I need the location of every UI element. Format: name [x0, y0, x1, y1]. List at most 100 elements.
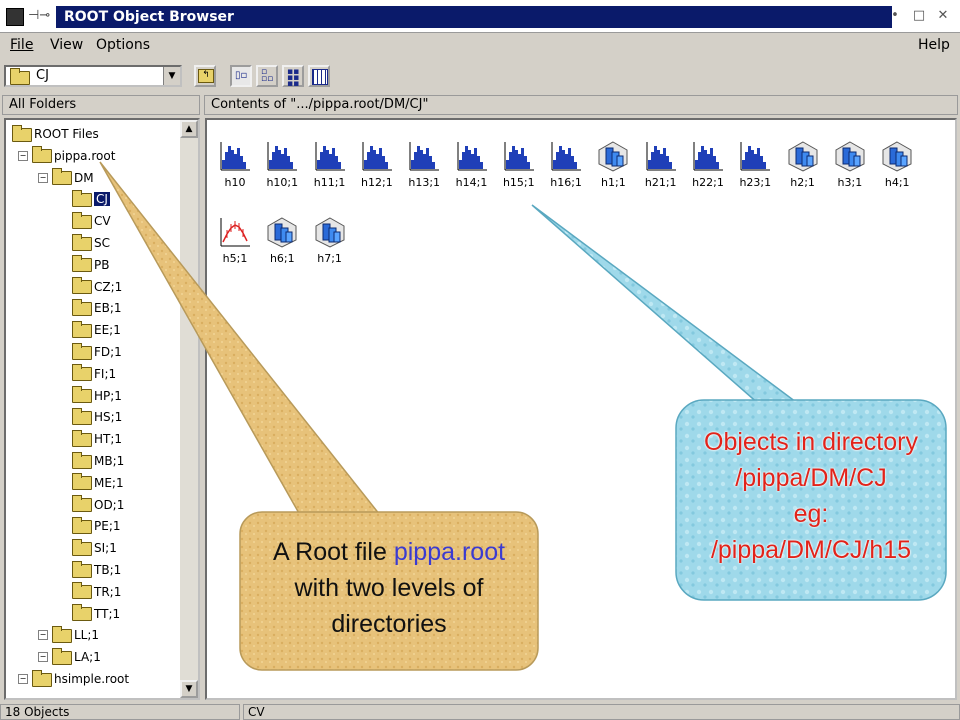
all-folders-header: All Folders [2, 95, 200, 115]
scroll-up-icon[interactable]: ▲ [180, 120, 198, 138]
object-label: h23;1 [739, 176, 772, 189]
left-callout-filename: pippa.root [393, 538, 506, 566]
tree-item[interactable]: EB;1 [72, 298, 122, 318]
folder-combo[interactable]: CJ ▼ [4, 65, 182, 87]
collapse-icon[interactable]: − [38, 172, 48, 183]
left-callout-line2: with two levels of [294, 574, 484, 602]
menu-view[interactable]: View [50, 37, 83, 53]
folder-combo-value: CJ [36, 68, 49, 83]
app-icon[interactable] [6, 8, 24, 26]
histogram-2d-icon [882, 141, 912, 172]
tree-item[interactable]: CJ [72, 189, 110, 209]
large-icons-icon: ▯▫ [235, 70, 248, 81]
left-callout: A Root file pippa.root with two levels o… [240, 534, 538, 642]
tree-item[interactable]: TT;1 [72, 604, 120, 624]
close-icon[interactable]: ✕ [934, 7, 952, 25]
object-item[interactable]: h13;1 [402, 140, 446, 189]
tree-item-label: CV [94, 214, 111, 229]
chevron-down-icon[interactable]: ▼ [163, 67, 180, 85]
menu-file[interactable]: File [10, 37, 33, 53]
collapse-icon[interactable]: − [18, 674, 28, 684]
tree-item[interactable]: pippa.root [32, 146, 115, 166]
histogram-1d-icon [313, 140, 346, 172]
tree-item[interactable]: HS;1 [72, 407, 122, 427]
contents-header: Contents of ".../pippa.root/DM/CJ" [204, 95, 958, 115]
large-icons-button[interactable]: ▯▫ [230, 65, 252, 87]
tree-item-label: SC [94, 236, 110, 250]
object-item[interactable]: h2;1 [781, 140, 825, 189]
collapse-icon[interactable]: − [38, 630, 48, 641]
object-label: h1;1 [601, 176, 626, 189]
tree-item[interactable]: EE;1 [72, 320, 121, 340]
menu-help[interactable]: Help [918, 37, 950, 53]
left-callout-line1a: A Root file [272, 538, 394, 566]
menu-options[interactable]: Options [96, 37, 150, 53]
object-item[interactable]: h12;1 [355, 140, 399, 189]
tree-item[interactable]: PB [72, 255, 109, 275]
small-icons-button[interactable]: ▫ ▫▫ [256, 65, 278, 87]
tree-item-label: pippa.root [54, 148, 116, 163]
tree-item[interactable]: ME;1 [72, 473, 124, 493]
object-item[interactable]: h6;1 [260, 216, 304, 265]
object-item[interactable]: h14;1 [450, 140, 494, 189]
tree-item[interactable]: LA;1 [52, 647, 101, 667]
pin-icon[interactable]: ⊣⊸ [28, 8, 50, 23]
left-callout-line3: directories [331, 610, 447, 638]
tree-item[interactable]: DM [52, 168, 94, 188]
tree-item[interactable]: CZ;1 [72, 277, 122, 297]
graph-icon [219, 216, 251, 248]
object-item[interactable]: h5;1 [213, 216, 257, 265]
tree-item-label: HS;1 [94, 410, 123, 425]
tree-item[interactable]: TR;1 [72, 582, 121, 602]
object-item[interactable]: h10 [213, 140, 257, 189]
folder-icon [72, 298, 92, 316]
object-item[interactable]: h23;1 [733, 140, 777, 189]
tree-scrollbar[interactable]: ▲ ▼ [180, 120, 198, 698]
tree-item[interactable]: HP;1 [72, 386, 122, 406]
tree-item[interactable]: LL;1 [52, 625, 99, 645]
list-view-button[interactable]: ▪▪ ▪▪ ▪▪ [282, 65, 304, 89]
scroll-thumb[interactable] [180, 138, 198, 680]
maximize-icon[interactable]: □ [910, 7, 928, 25]
details-view-button[interactable] [308, 65, 330, 87]
object-item[interactable]: h4;1 [875, 140, 919, 189]
folder-icon [52, 168, 72, 186]
tree-item-label: CJ [94, 192, 110, 207]
folder-tree[interactable]: ROOT Files pippa.root − DM − CJ CV SC PB CZ;1 EB;1… [4, 118, 200, 700]
tree-item-label: DM [74, 170, 94, 185]
object-item[interactable]: h1;1 [591, 140, 635, 189]
tree-item-label: MB;1 [94, 454, 125, 468]
tree-item-label: SI;1 [94, 541, 117, 556]
object-item[interactable]: h16;1 [544, 140, 588, 189]
collapse-icon[interactable]: − [38, 652, 48, 663]
object-label: h2;1 [790, 176, 815, 189]
histogram-1d-icon [550, 140, 583, 172]
tree-item[interactable]: FD;1 [72, 342, 122, 362]
tree-item-label: PE;1 [94, 519, 121, 534]
tree-item[interactable]: CV [72, 211, 111, 231]
tree-item[interactable]: SC [72, 233, 110, 253]
folder-icon [72, 255, 92, 273]
object-item[interactable]: h11;1 [308, 140, 352, 189]
folder-icon [10, 68, 30, 85]
up-folder-button[interactable]: ↰ [194, 65, 216, 87]
minimize-icon[interactable]: • [886, 7, 904, 25]
scroll-down-icon[interactable]: ▼ [180, 680, 198, 698]
object-item[interactable]: h10;1 [260, 140, 304, 189]
tree-item[interactable]: OD;1 [72, 495, 124, 515]
object-item[interactable]: h22;1 [686, 140, 730, 189]
tree-item[interactable]: FI;1 [72, 364, 116, 384]
tree-item[interactable]: hsimple.root [32, 669, 129, 689]
window-title: ROOT Object Browser [56, 6, 892, 28]
collapse-icon[interactable]: − [18, 150, 28, 161]
tree-item[interactable]: HT;1 [72, 429, 122, 449]
tree-item[interactable]: ROOT Files [12, 124, 99, 144]
tree-item[interactable]: MB;1 [72, 451, 124, 471]
tree-item[interactable]: PE;1 [72, 516, 121, 536]
object-item[interactable]: h21;1 [639, 140, 683, 189]
object-item[interactable]: h7;1 [308, 216, 352, 265]
tree-item[interactable]: SI;1 [72, 538, 117, 558]
object-item[interactable]: h15;1 [497, 140, 541, 189]
object-item[interactable]: h3;1 [828, 140, 872, 189]
tree-item[interactable]: TB;1 [72, 560, 121, 580]
